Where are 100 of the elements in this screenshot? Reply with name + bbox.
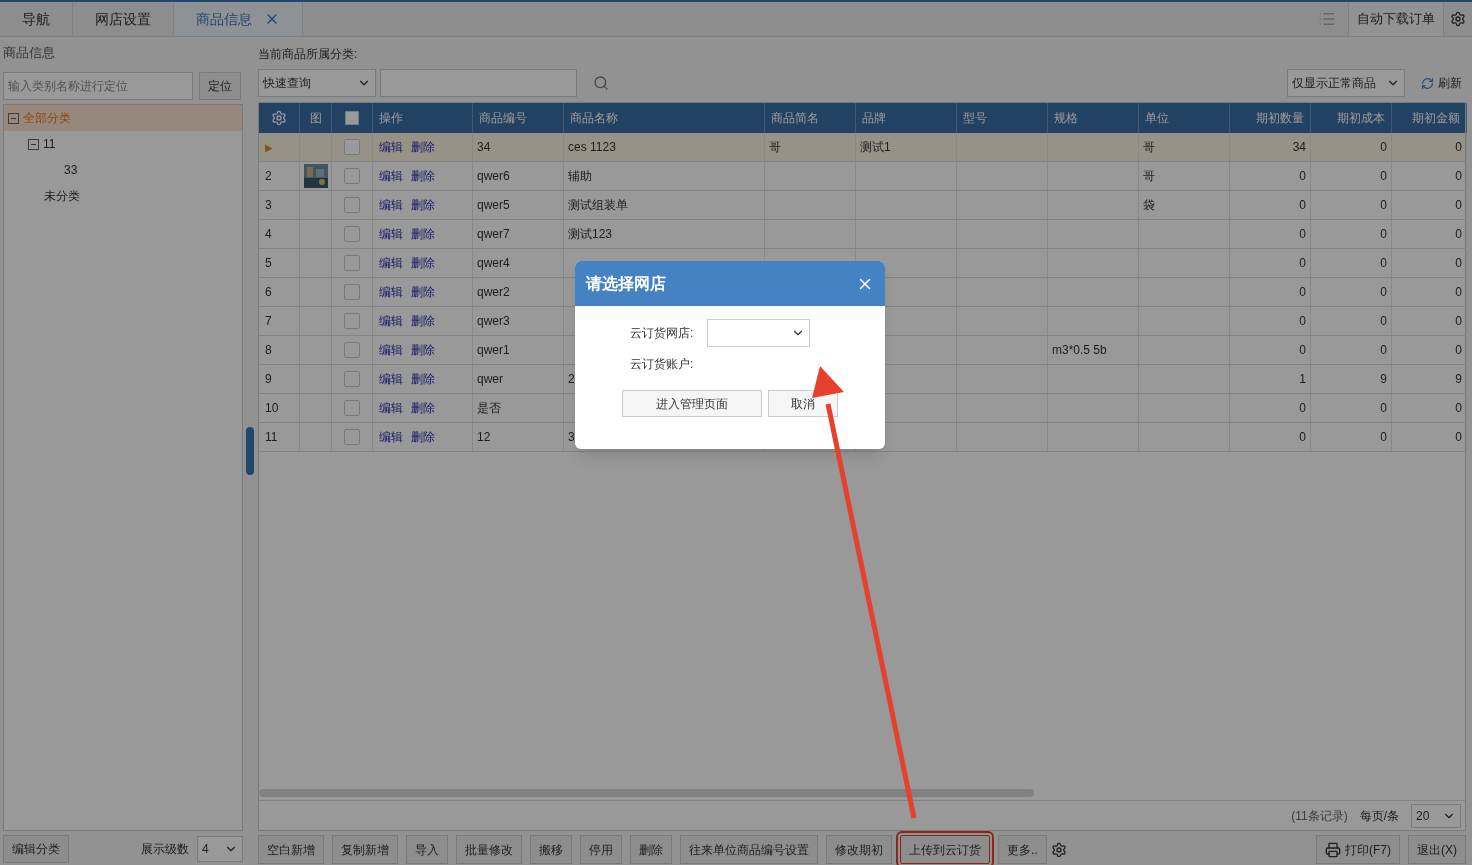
checkbox[interactable] (344, 371, 360, 387)
table-row[interactable]: ▶ 编辑 删除 34 ces 1123 哥 测试1 哥 34 0 0 (259, 133, 1465, 162)
toolbar-button[interactable]: 更多.. (998, 835, 1047, 864)
table-cell-text: 哥 (1143, 139, 1155, 156)
checkbox[interactable] (344, 284, 360, 300)
checkbox[interactable] (344, 342, 360, 358)
search-icon[interactable] (593, 75, 609, 91)
levels-select[interactable]: 4 (197, 836, 243, 862)
table-cell-text: 0 (1299, 168, 1306, 185)
printer-icon (1325, 841, 1341, 858)
checkbox[interactable] (344, 313, 360, 329)
table-cell-text: 9 (1380, 371, 1387, 388)
collapse-icon[interactable] (28, 138, 39, 150)
checkbox[interactable] (345, 111, 359, 125)
table-cell-text: 0 (1455, 429, 1462, 446)
search-field[interactable]: 输入类别名称进行定位 (3, 72, 193, 100)
print-button[interactable]: 打印(F7) (1316, 835, 1400, 864)
action-link[interactable]: 编辑 (379, 283, 403, 301)
action-link[interactable]: 编辑 (379, 312, 403, 330)
action-link[interactable]: 编辑 (379, 196, 403, 214)
checkbox[interactable] (344, 429, 360, 445)
toolbar-button[interactable]: 批量修改 (456, 835, 522, 864)
table-cell-text: 12 (477, 429, 491, 446)
tab[interactable]: 导航 (0, 2, 73, 36)
locate-button[interactable]: 定位 (199, 72, 241, 100)
table-cell-text: 0 (1299, 197, 1306, 214)
table-cell-text: 0 (1380, 313, 1387, 330)
toolbar-button[interactable]: 导入 (406, 835, 448, 864)
action-link[interactable]: 删除 (411, 254, 435, 272)
action-link[interactable]: 删除 (411, 370, 435, 388)
toolbar-button[interactable]: 停用 (580, 835, 622, 864)
table-cell-text: 0 (1380, 429, 1387, 446)
action-link[interactable]: 删除 (411, 428, 435, 446)
action-link[interactable]: 编辑 (379, 138, 403, 156)
row-number: 2 (265, 168, 272, 185)
checkbox[interactable] (344, 139, 360, 155)
tree-item[interactable]: 33 (64, 161, 78, 179)
action-link[interactable]: 删除 (411, 225, 435, 243)
tab[interactable]: 商品信息 (174, 2, 303, 36)
tree-item[interactable]: 未分类 (44, 187, 80, 205)
shop-select[interactable] (707, 319, 811, 347)
checkbox[interactable] (344, 226, 360, 242)
table-cell-text: 测试123 (568, 226, 613, 243)
collapse-handle[interactable] (246, 427, 254, 475)
checkbox[interactable] (344, 255, 360, 271)
settings-icon[interactable] (1450, 11, 1466, 27)
query-field[interactable] (380, 69, 577, 97)
action-link[interactable]: 编辑 (379, 167, 403, 185)
action-link[interactable]: 删除 (411, 341, 435, 359)
table-cell-text: 0 (1380, 197, 1387, 214)
toolbar-button[interactable]: 复制新增 (332, 835, 398, 864)
toolbar-button[interactable]: 删除 (630, 835, 672, 864)
auto-download-button[interactable]: 自动下载订单 (1348, 2, 1444, 36)
toolbar-button[interactable]: 空白新增 (258, 835, 324, 864)
table-row[interactable]: 2 编辑 删除 qwer6 辅助 哥 0 0 0 (259, 162, 1465, 191)
action-link[interactable]: 编辑 (379, 225, 403, 243)
action-link[interactable]: 删除 (411, 283, 435, 301)
action-link[interactable]: 删除 (411, 138, 435, 156)
row-number: 6 (265, 284, 272, 301)
table-cell-text: ces 1123 (568, 139, 616, 156)
action-link[interactable]: 删除 (411, 167, 435, 185)
checkbox[interactable] (344, 400, 360, 416)
status-select[interactable]: 仅显示正常商品 (1287, 69, 1405, 97)
action-link[interactable]: 编辑 (379, 341, 403, 359)
action-link[interactable]: 删除 (411, 196, 435, 214)
field-label: 云订货网店: (630, 325, 694, 342)
refresh-button[interactable]: 刷新 (1421, 74, 1466, 92)
toolbar-button[interactable]: 搬移 (530, 835, 572, 864)
exit-button[interactable]: 退出(X) (1408, 835, 1466, 864)
table-cell-text: qwer3 (477, 313, 510, 330)
tree-item[interactable]: 11 (43, 135, 56, 153)
scrollbar[interactable] (259, 789, 1034, 797)
collapse-icon[interactable] (8, 112, 19, 124)
action-link[interactable]: 删除 (411, 399, 435, 417)
action-link[interactable]: 编辑 (379, 254, 403, 272)
table-cell-text: 0 (1455, 255, 1462, 272)
toolbar-button[interactable]: 修改期初 (826, 835, 892, 864)
checkbox[interactable] (344, 197, 360, 213)
action-link[interactable]: 编辑 (379, 428, 403, 446)
panel-title: 商品信息 (3, 44, 56, 62)
page-size-select[interactable]: 20 (1411, 803, 1461, 828)
action-link[interactable]: 删除 (411, 312, 435, 330)
settings-icon[interactable] (1050, 841, 1067, 858)
row-number: 4 (265, 226, 272, 243)
checkbox[interactable] (344, 168, 360, 184)
action-link[interactable]: 编辑 (379, 399, 403, 417)
dialog-button[interactable]: 进入管理页面 (622, 390, 762, 417)
table-row[interactable]: 3 编辑 删除 qwer5 测试组装单 袋 0 0 0 (259, 191, 1465, 220)
table-cell-text: 是否 (477, 400, 501, 417)
table-row[interactable]: 4 编辑 删除 qwer7 测试123 0 0 0 (259, 220, 1465, 249)
edit-category-button[interactable]: 编辑分类 (3, 835, 69, 863)
toolbar-button[interactable]: 往来单位商品编号设置 (680, 835, 818, 864)
list-icon[interactable] (1318, 10, 1336, 28)
record-count: (11条记录) (1291, 807, 1348, 825)
table-cell-text: 0 (1455, 168, 1462, 185)
table-cell-text: 哥 (1143, 168, 1155, 185)
query-select[interactable]: 快速查询 (258, 69, 376, 97)
table-cell-text: 1 (1299, 371, 1306, 388)
table-cell-text: qwer (477, 371, 503, 388)
action-link[interactable]: 编辑 (379, 370, 403, 388)
